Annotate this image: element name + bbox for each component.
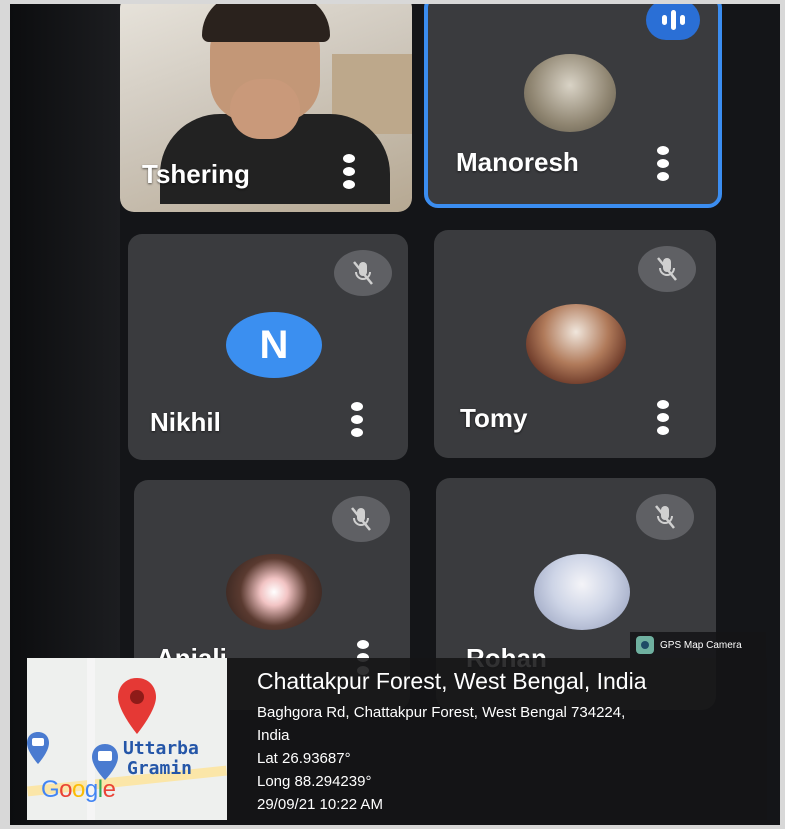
participant-initial-avatar: N <box>226 312 322 378</box>
participant-name: Tomy <box>460 403 528 433</box>
more-options-icon[interactable] <box>656 146 670 182</box>
more-options-icon[interactable] <box>656 400 670 436</box>
location-map-thumbnail: Uttarba Gramin Google <box>27 658 227 820</box>
transit-icon <box>27 732 49 764</box>
location-country: India <box>257 727 290 744</box>
gps-overlay: Uttarba Gramin Google Chattakpur Forest,… <box>27 658 767 820</box>
participant-name: Manoresh <box>456 147 579 177</box>
mic-off-icon <box>636 494 694 540</box>
mic-off-icon <box>638 246 696 292</box>
participant-tile-nikhil[interactable]: N Nikhil <box>128 234 408 460</box>
participant-tile-manoresh[interactable]: Manoresh <box>424 4 722 208</box>
longitude: Long 88.294239° <box>257 773 372 790</box>
more-options-icon[interactable] <box>342 154 356 190</box>
google-logo: Google <box>41 776 116 803</box>
gps-camera-badge-label: GPS Map Camera <box>660 639 742 651</box>
participant-avatar <box>524 54 616 132</box>
participant-name: Tshering <box>142 159 250 189</box>
map-place-label: Gramin <box>127 758 193 779</box>
participant-name: Nikhil <box>150 407 221 437</box>
map-pin-icon <box>118 678 156 734</box>
participant-tile-tomy[interactable]: Tomy <box>434 230 716 458</box>
timestamp: 29/09/21 10:22 AM <box>257 796 383 813</box>
speaking-indicator-icon <box>646 4 700 40</box>
more-options-icon[interactable] <box>350 402 364 438</box>
participant-avatar <box>226 554 322 630</box>
latitude: Lat 26.93687° <box>257 750 351 767</box>
camera-app-icon <box>636 636 654 654</box>
gps-camera-badge: GPS Map Camera <box>630 632 766 658</box>
location-address: Baghgora Rd, Chattakpur Forest, West Ben… <box>257 704 626 721</box>
participant-avatar <box>534 554 630 630</box>
participant-video-hand <box>230 79 300 139</box>
participant-video-hair <box>202 4 330 42</box>
mic-off-icon <box>332 496 390 542</box>
map-place-label: Uttarba <box>123 738 199 759</box>
participant-avatar <box>526 304 626 384</box>
location-details: Chattakpur Forest, West Bengal, India Ba… <box>257 668 647 816</box>
participant-tile-tshering[interactable]: Tshering <box>120 4 412 212</box>
mic-off-icon <box>334 250 392 296</box>
location-title: Chattakpur Forest, West Bengal, India <box>257 668 647 694</box>
